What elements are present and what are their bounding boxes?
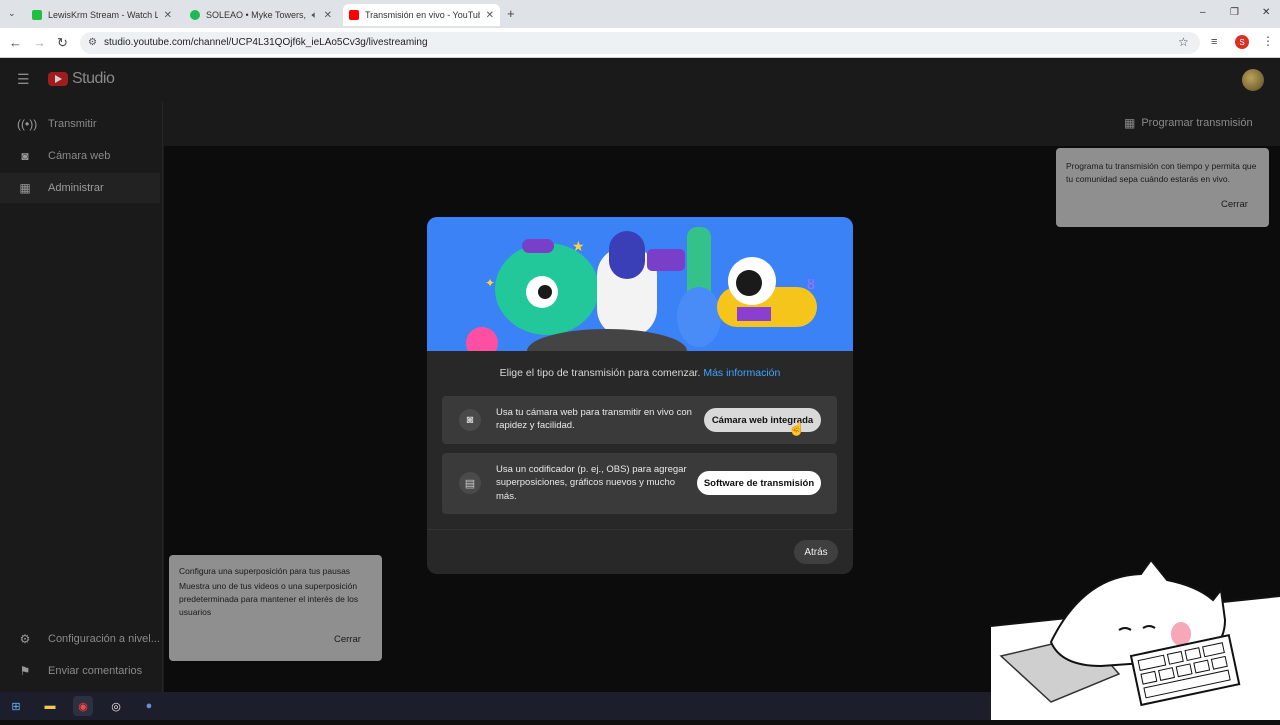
spotify-favicon-icon <box>190 10 200 20</box>
tab-title: Transmisión en vivo - YouTube <box>365 10 480 20</box>
browser-tab-bar: ⌄ LewisKrm Stream - Watch Live o ✕ SOLEA… <box>0 0 1280 28</box>
encoder-option-card: ▤ Usa un codificador (p. ej., OBS) para … <box>442 453 837 514</box>
studio-header: ☰ Studio <box>0 58 1280 102</box>
new-tab-button[interactable]: + <box>507 6 515 21</box>
close-tooltip-button[interactable]: Cerrar <box>334 633 361 648</box>
stream-type-dialog: ★ ✦ ȣ Elige el tipo de transmisión para … <box>427 217 853 574</box>
kick-favicon-icon <box>32 10 42 20</box>
option-description: Usa tu cámara web para transmitir en viv… <box>496 407 692 432</box>
webcam-option-card: ◙ Usa tu cámara web para transmitir en v… <box>442 396 837 444</box>
hamburger-menu-icon[interactable]: ☰ <box>17 71 30 88</box>
camera-icon: ◙ <box>459 409 481 431</box>
cat-paw-pad <box>1171 622 1191 646</box>
dialog-lead: Elige el tipo de transmisión para comenz… <box>427 367 853 379</box>
close-tab-icon[interactable]: ✕ <box>164 10 172 21</box>
feedback-icon: ⚑ <box>19 664 31 678</box>
purple-shirt <box>737 307 771 321</box>
back-arrow-icon[interactable]: ← <box>9 35 22 50</box>
bongo-cat-icon <box>990 558 1280 720</box>
windows-taskbar: ⊞ ▬ ◉ ◎ ● <box>0 692 991 720</box>
astronaut-illustration: ★ ✦ ȣ <box>466 227 817 373</box>
close-tab-icon[interactable]: ✕ <box>486 10 494 21</box>
restore-button[interactable]: ❐ <box>1230 7 1239 18</box>
schedule-stream-label: Programar transmisión <box>1141 117 1253 129</box>
reload-icon[interactable]: ↻ <box>57 35 68 51</box>
back-button[interactable]: Atrás <box>794 540 838 564</box>
close-tooltip-button[interactable]: Cerrar <box>1221 198 1248 213</box>
browser-tab-3[interactable]: Transmisión en vivo - YouTube ✕ <box>343 4 500 26</box>
creature-pupil <box>538 285 552 299</box>
sidebar-item-label: Transmitir <box>48 118 97 130</box>
youtube-favicon-icon <box>349 10 359 20</box>
blue-creature <box>677 287 721 347</box>
encoder-icon: ▤ <box>459 472 481 494</box>
sparkle-shape: ✦ <box>485 276 495 290</box>
sidebar-item-label: Administrar <box>48 182 104 194</box>
astronaut-visor <box>609 231 645 279</box>
streaming-software-button[interactable]: Software de transmisión <box>697 471 821 495</box>
camera-icon: ◙ <box>21 149 29 163</box>
sidebar-item-camara-web[interactable]: ◙ Cámara web <box>0 141 160 171</box>
broadcast-icon: ((•)) <box>17 117 38 131</box>
profile-avatar[interactable]: S <box>1235 35 1249 49</box>
dialog-divider <box>427 529 853 530</box>
option-description: Usa un codificador (p. ej., OBS) para ag… <box>496 464 687 502</box>
learn-more-link[interactable]: Más información <box>703 367 780 379</box>
file-explorer-icon[interactable]: ▬ <box>40 696 60 716</box>
sidebar-item-enviar-comentarios[interactable]: ⚑ Enviar comentarios <box>0 656 160 686</box>
gear-icon: ⚙ <box>19 632 31 646</box>
minimize-button[interactable]: – <box>1200 7 1206 18</box>
floating-capsule <box>522 239 554 253</box>
channel-avatar[interactable] <box>1242 69 1264 91</box>
browser-tab-1[interactable]: LewisKrm Stream - Watch Live o ✕ <box>26 4 178 26</box>
sidebar-item-transmitir[interactable]: ((•)) Transmitir <box>0 109 160 139</box>
studio-logo-text[interactable]: Studio <box>72 70 115 88</box>
tab-title: LewisKrm Stream - Watch Live o <box>48 10 158 20</box>
pause-overlay-tooltip: Configura una superposición para tus pau… <box>169 555 382 661</box>
sidebar-item-configuracion[interactable]: ⚙ Configuración a nivel... <box>0 624 160 654</box>
sidebar-item-label: Cámara web <box>48 150 111 162</box>
chrome-icon[interactable]: ◉ <box>73 696 93 716</box>
pink-creature <box>466 327 498 359</box>
helmet-visor <box>736 270 762 296</box>
site-info-icon[interactable]: ⚙︎ <box>88 37 97 48</box>
obs-icon[interactable]: ◎ <box>106 696 126 716</box>
calendar-icon: ▦ <box>19 181 31 195</box>
tab-search-icon[interactable]: ⌄ <box>8 8 16 19</box>
dialog-lead-text: Elige el tipo de transmisión para comenz… <box>499 367 701 379</box>
tooltip-text: Programa tu transmisión con tiempo y per… <box>1066 161 1257 185</box>
star-shape: ★ <box>572 238 585 254</box>
schedule-tooltip: Programa tu transmisión con tiempo y per… <box>1056 148 1269 227</box>
url-text[interactable]: studio.youtube.com/channel/UCP4L31QOjf6k… <box>104 37 428 48</box>
speaker-icon[interactable]: 🔈︎ <box>312 10 318 21</box>
youtube-logo-icon <box>48 72 68 86</box>
close-window-button[interactable]: ✕ <box>1262 7 1270 18</box>
sidebar-item-label: Enviar comentarios <box>48 665 143 677</box>
discord-icon[interactable]: ● <box>139 696 159 716</box>
windows-start-icon[interactable]: ⊞ <box>6 696 26 716</box>
play-triangle <box>55 75 62 83</box>
camera-prop <box>647 249 685 271</box>
hero-illustration: ★ ✦ ȣ <box>427 217 853 373</box>
claw-shape: ȣ <box>807 276 815 292</box>
sidebar-item-label: Configuración a nivel... <box>48 633 160 645</box>
tooltip-title: Configura una superposición para tus pau… <box>179 566 351 576</box>
mouse-cursor-icon: ☝ <box>788 420 806 436</box>
schedule-stream-button[interactable]: ▦ Programar transmisión <box>1124 110 1253 136</box>
sidebar-item-administrar[interactable]: ▦ Administrar <box>0 173 160 203</box>
close-tab-icon[interactable]: ✕ <box>324 10 332 21</box>
tab-title: SOLEAO • Myke Towers, Qu <box>206 10 308 20</box>
browser-tab-2[interactable]: SOLEAO • Myke Towers, Qu 🔈︎ ✕ <box>184 4 338 26</box>
forward-arrow-icon[interactable]: → <box>33 35 46 50</box>
calendar-icon: ▦ <box>1124 116 1136 130</box>
bongo-cat-overlay <box>990 556 1280 720</box>
tooltip-text: Muestra uno de tus videos o una superpos… <box>179 581 359 618</box>
media-control-icon[interactable]: ≡ <box>1211 36 1217 48</box>
bookmark-star-icon[interactable]: ☆ <box>1178 35 1189 49</box>
browser-menu-icon[interactable]: ⋮ <box>1262 34 1274 48</box>
studio-sidebar: ((•)) Transmitir ◙ Cámara web ▦ Administ… <box>0 102 163 692</box>
